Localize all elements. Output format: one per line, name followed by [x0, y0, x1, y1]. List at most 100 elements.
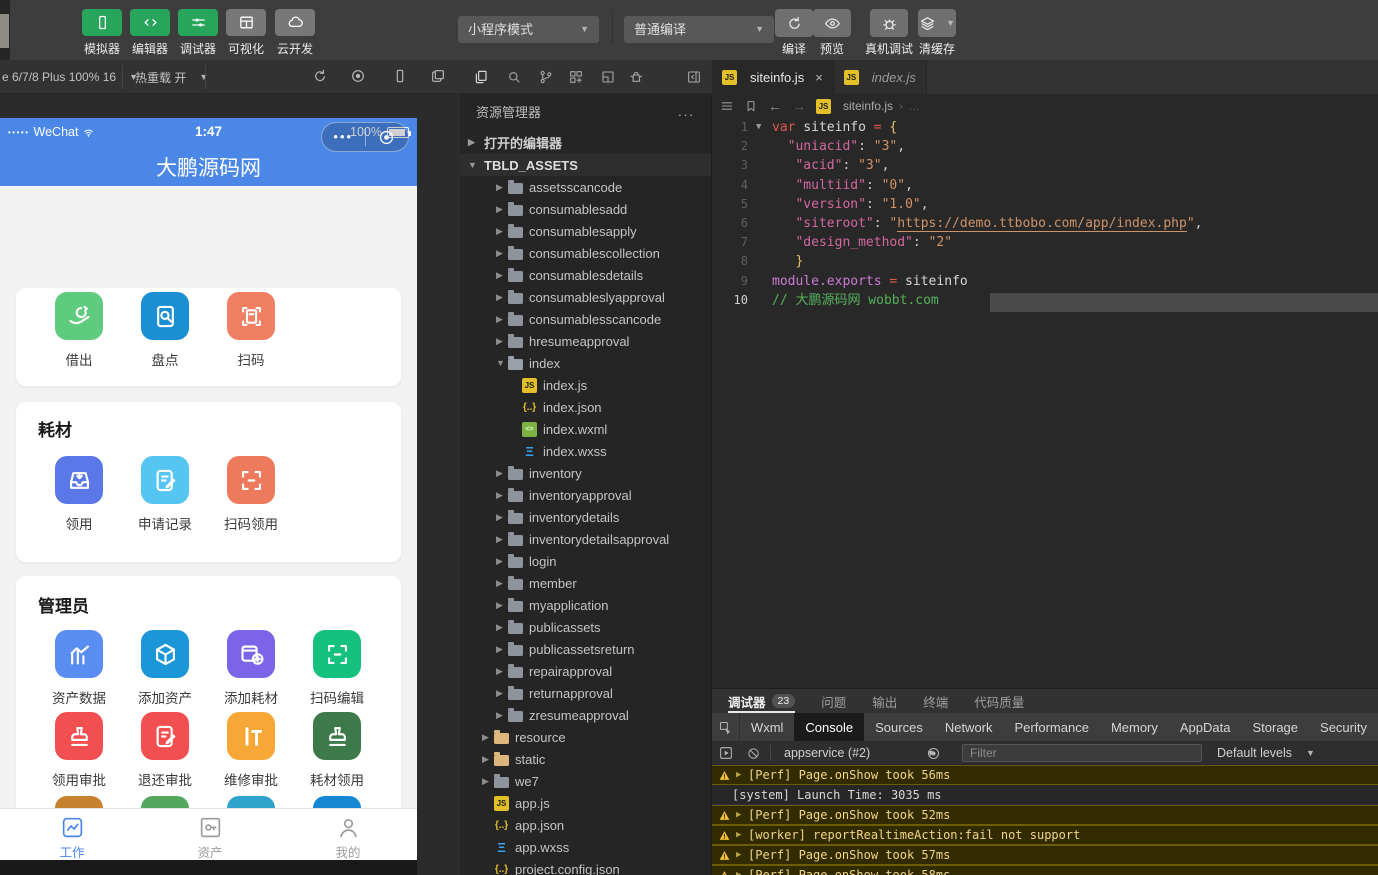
more-menu-button[interactable]: ••• — [322, 123, 365, 151]
grid-item-inbox[interactable]: 领用 — [36, 456, 122, 533]
action-eye-button[interactable]: 预览 — [813, 9, 851, 57]
expand-icon[interactable]: ▶ — [736, 810, 748, 820]
grid-item-cube[interactable]: 添加资产 — [122, 630, 208, 707]
devtools-tab-Console[interactable]: Console — [794, 713, 864, 741]
tree-folder-inventoryapproval[interactable]: ▶inventoryapproval — [460, 484, 711, 506]
grid-item-stamp[interactable]: 耗材领用 — [294, 712, 380, 789]
tree-file-index.wxss[interactable]: Ξindex.wxss — [460, 440, 711, 462]
tree-file-app.json[interactable]: {..}app.json — [460, 814, 711, 836]
toolbar-button-sliders-h[interactable]: 调试器 — [172, 9, 224, 57]
files-icon[interactable] — [473, 69, 489, 85]
code-line-6[interactable]: 6 "siteroot": "https://demo.ttbobo.com/a… — [712, 214, 1378, 233]
tree-file-app.wxss[interactable]: Ξapp.wxss — [460, 836, 711, 858]
console-log-warn[interactable]: ▶[Perf] Page.onShow took 58ms — [712, 865, 1378, 875]
code-line-9[interactable]: 9module.exports = siteinfo — [712, 272, 1378, 291]
tree-folder-inventorydetails[interactable]: ▶inventorydetails — [460, 506, 711, 528]
search-icon[interactable] — [506, 69, 522, 85]
grid-item-note-pen[interactable]: 申请记录 — [122, 456, 208, 533]
open-editors-section[interactable]: ▶ 打开的编辑器 — [460, 130, 711, 154]
tree-folder-returnapproval[interactable]: ▶returnapproval — [460, 682, 711, 704]
console-log-warn[interactable]: ▶[Perf] Page.onShow took 56ms — [712, 765, 1378, 785]
kettle-icon[interactable] — [628, 69, 644, 85]
tree-folder-myapplication[interactable]: ▶myapplication — [460, 594, 711, 616]
toolbar-button-code[interactable]: 编辑器 — [124, 9, 176, 57]
breadcrumb-file[interactable]: siteinfo.js — [843, 99, 893, 113]
grid-item-doc-search[interactable]: 盘点 — [122, 292, 208, 369]
devtools-tab-AppData[interactable]: AppData — [1169, 713, 1242, 741]
extensions-icon[interactable] — [568, 69, 584, 85]
record-icon[interactable] — [350, 68, 366, 84]
phone-tab-tab-work[interactable]: 工作 — [32, 815, 112, 860]
tree-file-project.config.json[interactable]: {..}project.config.json — [460, 858, 711, 875]
context-selector[interactable]: appservice (#2) ▼ — [784, 741, 935, 765]
devtools-tab-Wxml[interactable]: Wxml — [740, 713, 795, 741]
code-line-8[interactable]: 8 } — [712, 252, 1378, 271]
log-levels-dropdown[interactable]: Default levels ▼ — [1217, 741, 1315, 765]
mode-dropdown[interactable]: 小程序模式 ▼ — [458, 16, 599, 43]
grid-item-scan-doc[interactable]: 扫码 — [208, 292, 294, 369]
grid-item-chart[interactable]: 资产数据 — [36, 630, 122, 707]
grid-item-scan-frame[interactable]: 扫码领用 — [208, 456, 294, 533]
tree-folder-consumablesdetails[interactable]: ▶consumablesdetails — [460, 264, 711, 286]
tree-folder-static[interactable]: ▶static — [460, 748, 711, 770]
console-filter-input[interactable] — [962, 744, 1202, 762]
console-log-warn[interactable]: ▶[Perf] Page.onShow took 52ms — [712, 805, 1378, 825]
toolbar-button-phone[interactable]: 模拟器 — [76, 9, 128, 57]
code-line-2[interactable]: 2 "uniacid": "3", — [712, 137, 1378, 156]
devtools-tab-Storage[interactable]: Storage — [1241, 713, 1309, 741]
code-line-3[interactable]: 3 "acid": "3", — [712, 156, 1378, 175]
bookmark-icon[interactable] — [744, 99, 758, 113]
tree-folder-hresumeapproval[interactable]: ▶hresumeapproval — [460, 330, 711, 352]
code-line-4[interactable]: 4 "multiid": "0", — [712, 176, 1378, 195]
tree-folder-member[interactable]: ▶member — [460, 572, 711, 594]
tree-folder-publicassetsreturn[interactable]: ▶publicassetsreturn — [460, 638, 711, 660]
tree-folder-assetsscancode[interactable]: ▶assetsscancode — [460, 176, 711, 198]
phone-tab-tab-me[interactable]: 我的 — [308, 815, 388, 860]
code-editor[interactable]: 1▼var siteinfo = {2 "uniacid": "3",3 "ac… — [712, 118, 1378, 688]
toolbar-button-layout[interactable]: 可视化 — [220, 9, 272, 57]
panel-tab-问题[interactable]: 问题 — [821, 689, 846, 713]
panel-tab-输出[interactable]: 输出 — [872, 689, 897, 713]
code-line-7[interactable]: 7 "design_method": "2" — [712, 233, 1378, 252]
grid-item-window-plus[interactable]: 添加耗材 — [208, 630, 294, 707]
grid-item-note-pen[interactable]: 退还审批 — [122, 712, 208, 789]
tree-folder-publicassets[interactable]: ▶publicassets — [460, 616, 711, 638]
close-target-button[interactable] — [366, 128, 409, 147]
save-layout-icon[interactable] — [600, 69, 616, 85]
tree-folder-consumablescollection[interactable]: ▶consumablescollection — [460, 242, 711, 264]
grid-item-stamp[interactable]: 领用审批 — [36, 712, 122, 789]
tree-file-index.js[interactable]: JSindex.js — [460, 374, 711, 396]
compile-mode-dropdown[interactable]: 普通编译 ▼ — [624, 16, 774, 43]
console-log-info[interactable]: [system] Launch Time: 3035 ms — [712, 785, 1378, 805]
tree-folder-repairapproval[interactable]: ▶repairapproval — [460, 660, 711, 682]
hot-reload-toggle[interactable]: 热重载 开 ▼ — [135, 60, 208, 94]
console-log-warn[interactable]: ▶[Perf] Page.onShow took 57ms — [712, 845, 1378, 865]
panel-tab-终端[interactable]: 终端 — [923, 689, 948, 713]
devtools-tab-Sources[interactable]: Sources — [864, 713, 934, 741]
tree-folder-we7[interactable]: ▶we7 — [460, 770, 711, 792]
tree-folder-inventorydetailsapproval[interactable]: ▶inventorydetailsapproval — [460, 528, 711, 550]
tree-folder-consumablesadd[interactable]: ▶consumablesadd — [460, 198, 711, 220]
devtools-tab-Memory[interactable]: Memory — [1100, 713, 1169, 741]
console-log-warn[interactable]: ▶[worker] reportRealtimeAction:fail not … — [712, 825, 1378, 845]
collapse-icon[interactable] — [686, 69, 702, 85]
action-bug-button[interactable]: 真机调试 — [865, 9, 913, 57]
editor-tab-index.js[interactable]: JSindex.js — [834, 60, 927, 94]
tree-folder-zresumeapproval[interactable]: ▶zresumeapproval — [460, 704, 711, 726]
device-view-icon[interactable] — [392, 68, 408, 84]
tree-folder-consumablesapply[interactable]: ▶consumablesapply — [460, 220, 711, 242]
code-line-1[interactable]: 1▼var siteinfo = { — [712, 118, 1378, 137]
nav-back-icon[interactable]: ← — [768, 98, 782, 114]
action-layers-button[interactable]: ▼清缓存 — [918, 9, 956, 57]
outline-icon[interactable] — [720, 99, 734, 113]
phone-tab-tab-asset[interactable]: 资产 — [170, 815, 250, 860]
expand-icon[interactable]: ▶ — [736, 850, 748, 860]
grid-item-tools[interactable]: 维修审批 — [208, 712, 294, 789]
tree-folder-consumableslyapproval[interactable]: ▶consumableslyapproval — [460, 286, 711, 308]
clear-console-icon[interactable] — [746, 741, 761, 765]
device-selector[interactable]: e 6/7/8 Plus 100% 16 ▼ — [2, 60, 138, 94]
git-branch-icon[interactable] — [538, 69, 554, 85]
devtools-tab-Performance[interactable]: Performance — [1004, 713, 1100, 741]
restart-icon[interactable] — [312, 68, 328, 84]
action-refresh-button[interactable]: 编译 — [775, 9, 813, 57]
